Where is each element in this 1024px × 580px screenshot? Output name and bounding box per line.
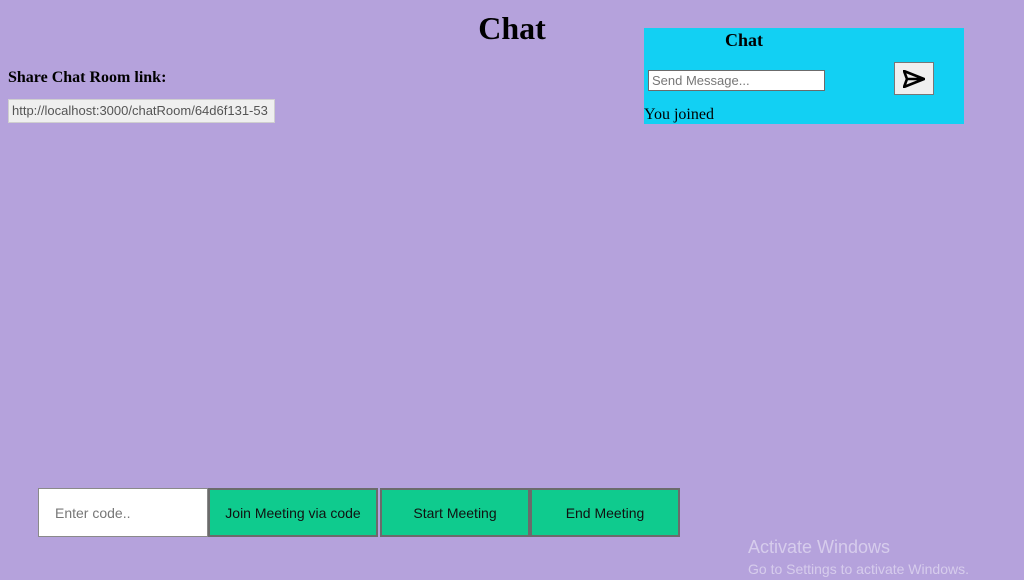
message-input[interactable] <box>648 70 825 91</box>
start-meeting-button[interactable]: Start Meeting <box>380 488 530 537</box>
meeting-code-input[interactable] <box>38 488 208 537</box>
chat-panel: Chat You joined <box>644 28 964 124</box>
end-meeting-button[interactable]: End Meeting <box>530 488 680 537</box>
join-meeting-button[interactable]: Join Meeting via code <box>208 488 378 537</box>
watermark-title: Activate Windows <box>748 537 891 557</box>
activate-windows-watermark: Activate Windows Go to Settings to activ… <box>748 536 969 578</box>
meeting-controls: Join Meeting via code Start Meeting End … <box>38 488 680 537</box>
chat-heading: Chat <box>724 30 763 50</box>
watermark-subtitle: Go to Settings to activate Windows. <box>748 561 969 577</box>
send-arrow-icon <box>903 69 925 88</box>
share-link-label: Share Chat Room link: <box>8 69 167 86</box>
send-button[interactable] <box>894 62 934 95</box>
chat-status-message: You joined <box>644 106 714 123</box>
share-link-field[interactable]: http://localhost:3000/chatRoom/64d6f131-… <box>8 99 275 123</box>
